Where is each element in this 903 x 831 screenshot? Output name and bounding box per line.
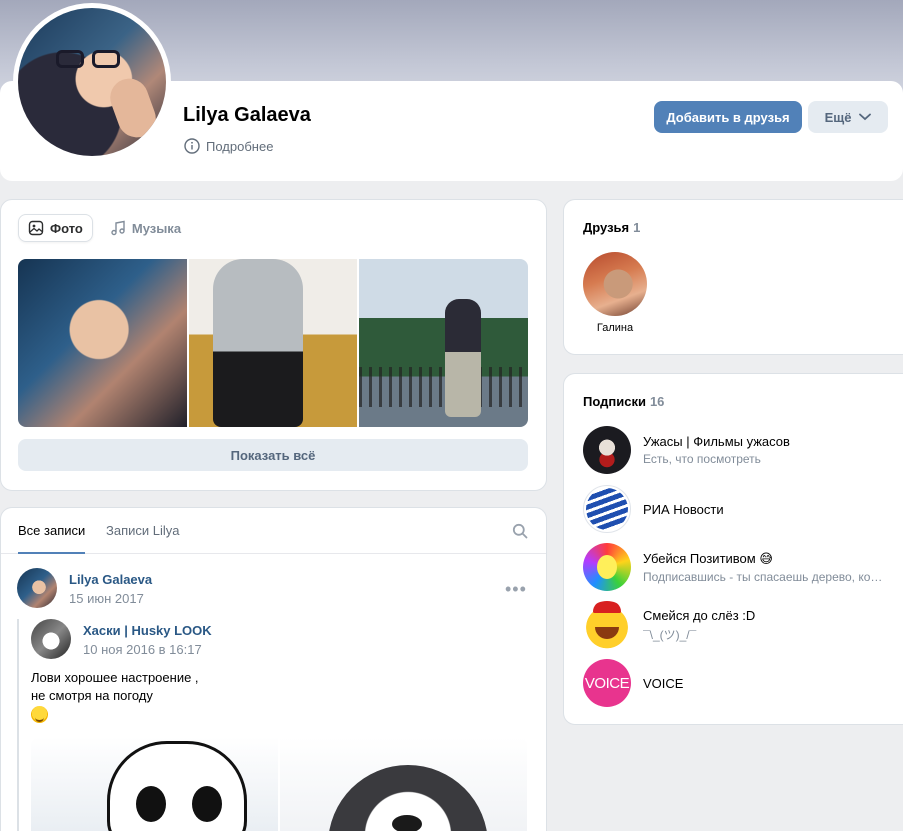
tab-owner-posts[interactable]: Записи Lilya (106, 508, 180, 554)
media-block: Фото Музыка Показать всё (0, 199, 547, 491)
subscription-desc: ¯\_(ツ)_/¯ (643, 627, 697, 642)
photo-thumbnail[interactable] (359, 259, 528, 427)
post-author-name[interactable]: Lilya Galaeva (69, 572, 152, 587)
subscription-item[interactable]: Смейся до слёз :D ¯\_(ツ)_/¯ (583, 601, 893, 649)
subscriptions-title[interactable]: Подписки 16 (583, 394, 664, 409)
post-text-line: не смотря на погоду (31, 688, 153, 703)
subscription-name: Смейся до слёз :D (643, 607, 756, 623)
subscription-name: Ужасы | Фильмы ужасов (643, 434, 790, 449)
show-all-photos-button[interactable]: Показать всё (18, 439, 528, 471)
subscriptions-block: Подписки 16 Ужасы | Фильмы ужасов Есть, ч… (563, 373, 903, 725)
subscription-name: Убейся Позитивом 😅 (643, 550, 773, 566)
repost-divider (17, 619, 19, 831)
subscription-item[interactable]: Ужасы | Фильмы ужасов Есть, что посмотре… (583, 426, 893, 474)
subscription-item[interactable]: Убейся Позитивом 😅 Подписавшись - ты спа… (583, 543, 893, 591)
wink-emoji-icon (31, 706, 48, 724)
subscription-avatar (583, 426, 631, 474)
search-icon[interactable] (512, 523, 528, 539)
subscription-name: РИА Новости (643, 501, 724, 517)
friends-title-label: Друзья (583, 220, 630, 235)
repost-author-avatar[interactable] (31, 619, 71, 659)
post-date[interactable]: 15 июн 2017 (69, 591, 144, 606)
image-icon (28, 220, 44, 236)
friends-title[interactable]: Друзья 1 (583, 220, 640, 235)
subscription-name: VOICE (643, 675, 684, 691)
subscriptions-count: 16 (649, 394, 665, 409)
subscriptions-title-label: Подписки (583, 394, 646, 409)
add-friend-button[interactable]: Добавить в друзья (654, 101, 802, 133)
chevron-down-icon (859, 113, 872, 121)
voice-logo: VOICE (583, 659, 631, 707)
subscription-avatar (583, 485, 631, 533)
subscription-item[interactable]: РИА Новости (583, 485, 893, 533)
tab-music-label: Музыка (131, 220, 182, 236)
avatar-photo (18, 8, 166, 156)
subscription-desc: Есть, что посмотреть (643, 452, 761, 466)
photo-thumbnail[interactable] (18, 259, 187, 427)
post-image[interactable] (31, 737, 278, 831)
photo-grid (18, 259, 528, 427)
profile-avatar[interactable] (13, 3, 171, 161)
tab-all-posts[interactable]: Все записи (18, 508, 86, 554)
friend-avatar[interactable] (583, 252, 647, 316)
tab-music[interactable]: Музыка (101, 214, 190, 242)
post-image-grid (31, 737, 527, 831)
music-note-icon (111, 220, 125, 236)
friends-block: Друзья 1 Галина (563, 199, 903, 355)
post-menu-icon[interactable]: ••• (505, 579, 527, 600)
media-tabs: Фото Музыка (18, 214, 190, 242)
tab-photos[interactable]: Фото (18, 214, 93, 242)
post-text-line: Лови хорошее настроение , (31, 670, 199, 685)
tab-photos-label: Фото (50, 220, 83, 236)
post-author-avatar[interactable] (17, 568, 57, 608)
photo-thumbnail[interactable] (188, 259, 358, 427)
friends-count: 1 (633, 220, 641, 235)
more-button[interactable]: Ещё (808, 101, 888, 133)
profile-name: Lilya Galaeva (183, 104, 311, 126)
info-icon (184, 138, 200, 154)
repost-author-name[interactable]: Хаски | Husky LOOK (83, 623, 212, 638)
subscription-avatar (583, 543, 631, 591)
subscription-avatar (583, 601, 631, 649)
post-image[interactable] (280, 737, 527, 831)
wall-tabs: Все записи Записи Lilya (1, 508, 546, 554)
profile-details-label: Подробнее (206, 138, 274, 154)
post-text: Лови хорошее настроение , не смотря на п… (31, 669, 199, 724)
subscription-item[interactable]: VOICE VOICE (583, 659, 893, 707)
profile-details-link[interactable]: Подробнее (184, 138, 273, 154)
friend-name[interactable]: Галина (583, 322, 647, 334)
more-button-label: Ещё (824, 109, 852, 125)
subscription-desc: Подписавшись - ты спасаешь дерево, кошку… (643, 569, 888, 584)
repost-date[interactable]: 10 ноя 2016 в 16:17 (83, 642, 202, 657)
